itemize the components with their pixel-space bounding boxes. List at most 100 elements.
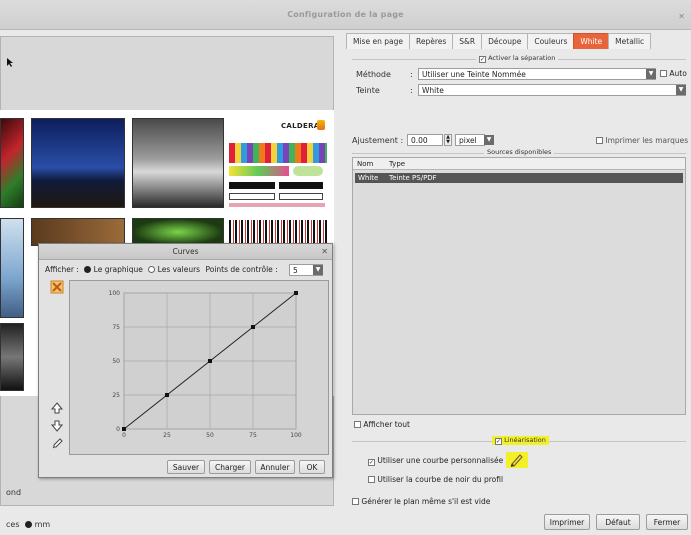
row-name: White	[358, 174, 379, 182]
linearisation-legend-text: Linéarisation	[504, 436, 546, 444]
separation-legend-text: Activer la séparation	[488, 54, 556, 62]
curves-dialog: Curves ✕ Afficher : Le graphique Les val…	[38, 243, 333, 478]
tab-mise-en-page[interactable]: Mise en page	[346, 33, 410, 49]
sources-list[interactable]: Nom Type White Teinte PS/PDF	[352, 157, 686, 415]
window-titlebar: Configuration de la page	[0, 0, 691, 30]
eyedropper-icon[interactable]	[51, 438, 63, 450]
curves-titlebar: Curves	[39, 244, 332, 260]
caldera-flame-icon	[317, 120, 325, 130]
auto-label: Auto	[669, 69, 687, 78]
ok-curve-button[interactable]: OK	[299, 460, 325, 474]
control-points-dropdown-icon[interactable]: ▼	[313, 265, 323, 275]
reset-curve-icon[interactable]	[50, 280, 64, 294]
x-tick-label: 100	[290, 432, 302, 439]
custom-curve-option: ✓ Utiliser une courbe personnalisée	[368, 456, 503, 466]
adjust-value: 0.00	[411, 136, 428, 145]
curve-control-point[interactable]	[294, 291, 298, 295]
x-tick-label: 75	[249, 432, 257, 439]
radio-values-label: Les valeurs	[157, 265, 201, 274]
control-points-label: Points de contrôle :	[205, 265, 278, 274]
caldera-logo: CALDERA	[281, 122, 320, 130]
save-curve-button[interactable]: Sauver	[167, 460, 205, 474]
close-button[interactable]: Fermer	[646, 514, 688, 530]
adjust-unit-dropdown-icon[interactable]: ▼	[484, 135, 494, 145]
tab-d-coupe[interactable]: Découpe	[481, 33, 529, 49]
tab-rep-res[interactable]: Repères	[408, 33, 454, 49]
tint-value: White	[422, 86, 444, 95]
outline-bar-left	[229, 193, 275, 200]
default-button[interactable]: Défaut	[596, 514, 640, 530]
curve-graph-area[interactable]: 0 25 50 75 100 100 75 50 25 0	[69, 280, 329, 455]
curve-chart[interactable]: 0 25 50 75 100 100 75 50 25 0	[70, 281, 328, 454]
show-all-option: Afficher tout	[354, 420, 410, 429]
curves-close-icon[interactable]: ✕	[321, 244, 328, 260]
window-close-icon[interactable]: ✕	[678, 12, 685, 21]
point-down-icon[interactable]	[50, 420, 64, 432]
sources-row-selected[interactable]: White Teinte PS/PDF	[355, 173, 683, 183]
adjust-unit-select[interactable]: pixel	[455, 134, 485, 146]
curve-control-point[interactable]	[208, 359, 212, 363]
adjust-label: Ajustement :	[352, 136, 404, 145]
control-points-value: 5	[293, 266, 298, 275]
sources-list-header: Nom Type	[353, 158, 685, 170]
print-marks-checkbox[interactable]	[596, 137, 603, 144]
curve-control-point[interactable]	[122, 427, 126, 431]
col-type-header[interactable]: Type	[389, 160, 405, 168]
edit-curve-pencil-icon[interactable]	[506, 452, 528, 468]
tab-metallic[interactable]: Metallic	[608, 33, 652, 49]
gradient-strip	[229, 166, 289, 176]
custom-curve-checkbox[interactable]: ✓	[368, 459, 375, 466]
col-name-header[interactable]: Nom	[357, 160, 373, 168]
bottom-status-text: ces	[6, 520, 20, 529]
auto-option: Auto	[660, 69, 687, 78]
profile-black-checkbox[interactable]	[368, 476, 375, 483]
bottom-left-label: ond	[6, 488, 22, 497]
print-marks-label: Imprimer les marques	[605, 136, 689, 145]
x-tick-label: 50	[206, 432, 214, 439]
cancel-curve-button[interactable]: Annuler	[255, 460, 295, 474]
radio-graph[interactable]	[84, 266, 92, 273]
generate-empty-checkbox[interactable]	[352, 498, 359, 505]
x-tick-label: 25	[163, 432, 171, 439]
custom-curve-label: Utiliser une courbe personnalisée	[377, 456, 504, 465]
tint-select[interactable]: White	[418, 84, 686, 96]
unit-radio-mm[interactable]	[25, 521, 33, 528]
tab-couleurs[interactable]: Couleurs	[527, 33, 575, 49]
adjust-input[interactable]: 0.00	[407, 134, 443, 146]
method-select[interactable]: Utiliser une Teinte Nommée	[418, 68, 656, 80]
x-tick-label: 0	[122, 432, 126, 439]
black-bar-right	[279, 182, 323, 189]
curve-control-point[interactable]	[251, 325, 255, 329]
activate-separation-checkbox[interactable]: ✓	[479, 56, 486, 63]
bottom-status-unit: mm	[34, 520, 51, 529]
auto-checkbox[interactable]	[660, 70, 667, 77]
load-curve-button[interactable]: Charger	[209, 460, 251, 474]
method-dropdown-icon[interactable]: ▼	[646, 69, 656, 79]
linearisation-checkbox[interactable]: ✓	[495, 438, 502, 445]
preview-image-brown	[31, 218, 125, 246]
curves-options-row: Afficher : Le graphique Les valeurs Poin…	[45, 265, 278, 274]
tab-white[interactable]: White	[573, 33, 610, 49]
y-tick-label: 100	[109, 290, 121, 297]
cursor-arrow-icon	[7, 58, 13, 67]
point-up-icon[interactable]	[50, 402, 64, 414]
profile-black-option: Utiliser la courbe de noir du profil	[368, 475, 503, 484]
bottom-status: ces mm	[6, 520, 50, 529]
y-tick-label: 25	[112, 392, 120, 399]
preview-color-chart: CALDERA	[229, 118, 329, 208]
method-colon: :	[410, 70, 413, 79]
method-value: Utiliser une Teinte Nommée	[422, 70, 526, 79]
print-button[interactable]: Imprimer	[544, 514, 590, 530]
curve-control-point[interactable]	[165, 393, 169, 397]
preview-image-seascape	[132, 118, 224, 208]
radio-values[interactable]	[148, 266, 156, 273]
tint-dropdown-icon[interactable]: ▼	[676, 85, 686, 95]
row-type: Teinte PS/PDF	[389, 174, 437, 182]
window-title: Configuration de la page	[287, 10, 404, 19]
tab-s-r[interactable]: S&R	[452, 33, 483, 49]
black-bar-left	[229, 182, 275, 189]
show-all-checkbox[interactable]	[354, 421, 361, 428]
adjust-spinner-icon[interactable]: ▲ ▼	[444, 134, 452, 146]
outline-bar-right	[279, 193, 323, 200]
curves-title: Curves	[172, 247, 199, 256]
